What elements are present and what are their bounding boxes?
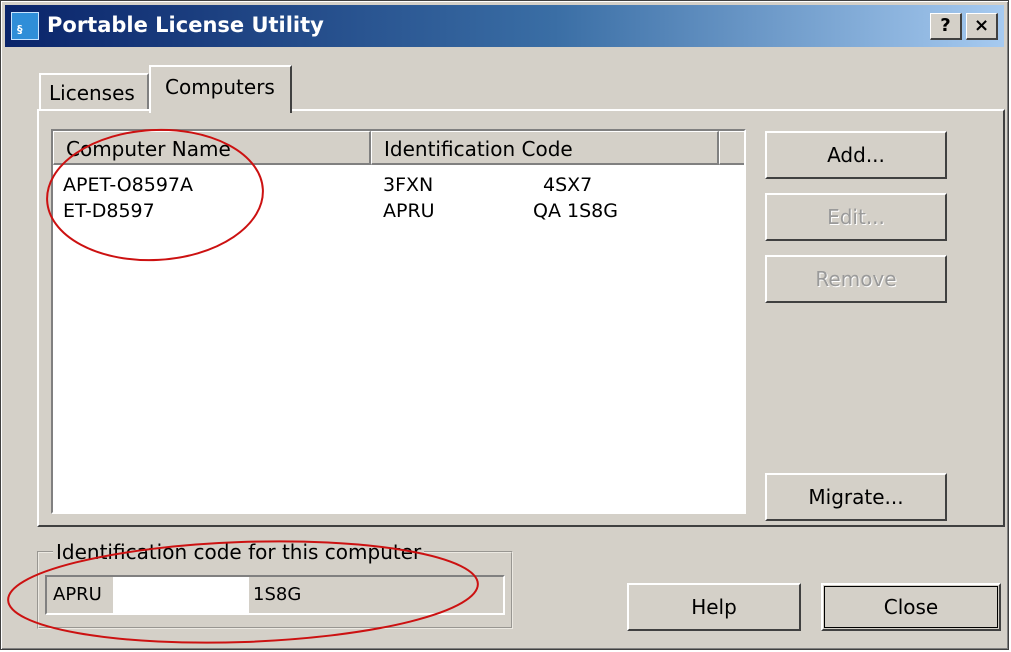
migrate-button[interactable]: Migrate... (765, 473, 947, 521)
add-button[interactable]: Add... (765, 131, 947, 179)
redaction-mask (113, 577, 249, 613)
remove-button[interactable]: Remove (765, 255, 947, 303)
row-code-end: 4SX7 (543, 174, 593, 196)
help-title-button[interactable]: ? (930, 13, 962, 40)
title-bar[interactable]: § Portable License Utility ? × (5, 5, 1004, 47)
row-code-start: 3FXN (383, 174, 434, 196)
dialog-window: § Portable License Utility ? × Licenses … (0, 0, 1009, 650)
column-header-identification-code[interactable]: Identification Code (371, 131, 719, 165)
column-header-filler (719, 131, 744, 165)
this-computer-code-start: APRU (53, 584, 102, 605)
row-code-start: APRU (383, 200, 435, 222)
app-icon: § (11, 12, 39, 40)
column-header-computer-name[interactable]: Computer Name (53, 131, 371, 165)
edit-button[interactable]: Edit... (765, 193, 947, 241)
this-computer-code-end: 1S8G (253, 584, 302, 605)
row-computer-name: ET-D8597 (63, 200, 155, 222)
tab-licenses[interactable]: Licenses (39, 73, 149, 111)
window-title: Portable License Utility (47, 13, 324, 37)
computer-list[interactable]: Computer Name Identification Code APET-O… (51, 129, 746, 514)
this-computer-code-field[interactable]: APRU 1S8G (45, 575, 505, 615)
help-button[interactable]: Help (627, 583, 801, 631)
close-button[interactable]: Close (821, 583, 1001, 631)
close-title-button[interactable]: × (966, 13, 998, 40)
row-code-end: QA 1S8G (533, 200, 618, 222)
tab-computers[interactable]: Computers (149, 65, 292, 113)
row-computer-name: APET-O8597A (63, 174, 194, 196)
this-computer-label: Identification code for this computer (53, 540, 425, 564)
